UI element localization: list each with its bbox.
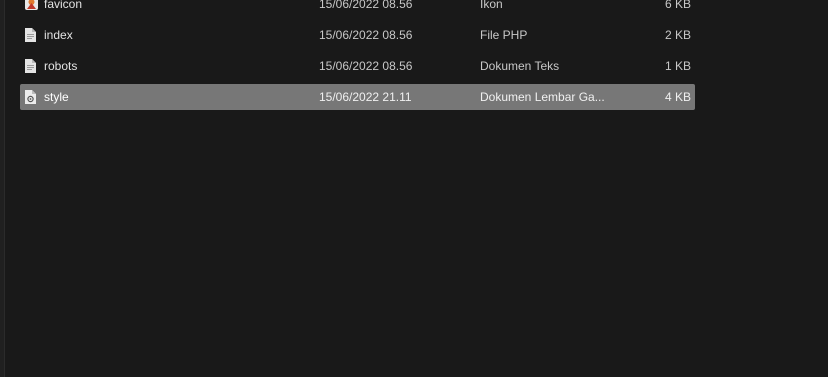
- file-date: 15/06/2022 08.56: [319, 28, 413, 42]
- file-date: 15/06/2022 08.56: [319, 59, 413, 73]
- file-row-favicon[interactable]: favicon 15/06/2022 08.56 Ikon 6 KB: [20, 0, 695, 17]
- file-date: 15/06/2022 21.11: [319, 90, 412, 104]
- file-type: File PHP: [480, 28, 528, 42]
- stylesheet-icon: [25, 90, 37, 104]
- file-row-style[interactable]: style 15/06/2022 21.11 Dokumen Lembar Ga…: [20, 84, 695, 110]
- favicon-icon: [25, 0, 38, 11]
- file-type: Dokumen Teks: [480, 59, 560, 73]
- file-date: 15/06/2022 08.56: [319, 0, 413, 11]
- file-size: 4 KB: [664, 90, 691, 104]
- file-list: favicon 15/06/2022 08.56 Ikon 6 KB index…: [20, 0, 695, 115]
- file-type: Dokumen Lembar Ga...: [480, 90, 605, 104]
- file-size: 1 KB: [664, 59, 691, 73]
- file-name: index: [44, 28, 73, 42]
- document-icon: [25, 28, 37, 42]
- file-row-index[interactable]: index 15/06/2022 08.56 File PHP 2 KB: [20, 22, 695, 48]
- file-name: favicon: [44, 0, 83, 11]
- file-name: robots: [44, 59, 78, 73]
- file-type: Ikon: [480, 0, 503, 11]
- file-name: style: [44, 90, 69, 104]
- file-size: 2 KB: [664, 28, 691, 42]
- file-row-robots[interactable]: robots 15/06/2022 08.56 Dokumen Teks 1 K…: [20, 53, 695, 79]
- document-icon: [25, 59, 37, 73]
- file-size: 6 KB: [664, 0, 691, 11]
- window-border: [0, 0, 5, 377]
